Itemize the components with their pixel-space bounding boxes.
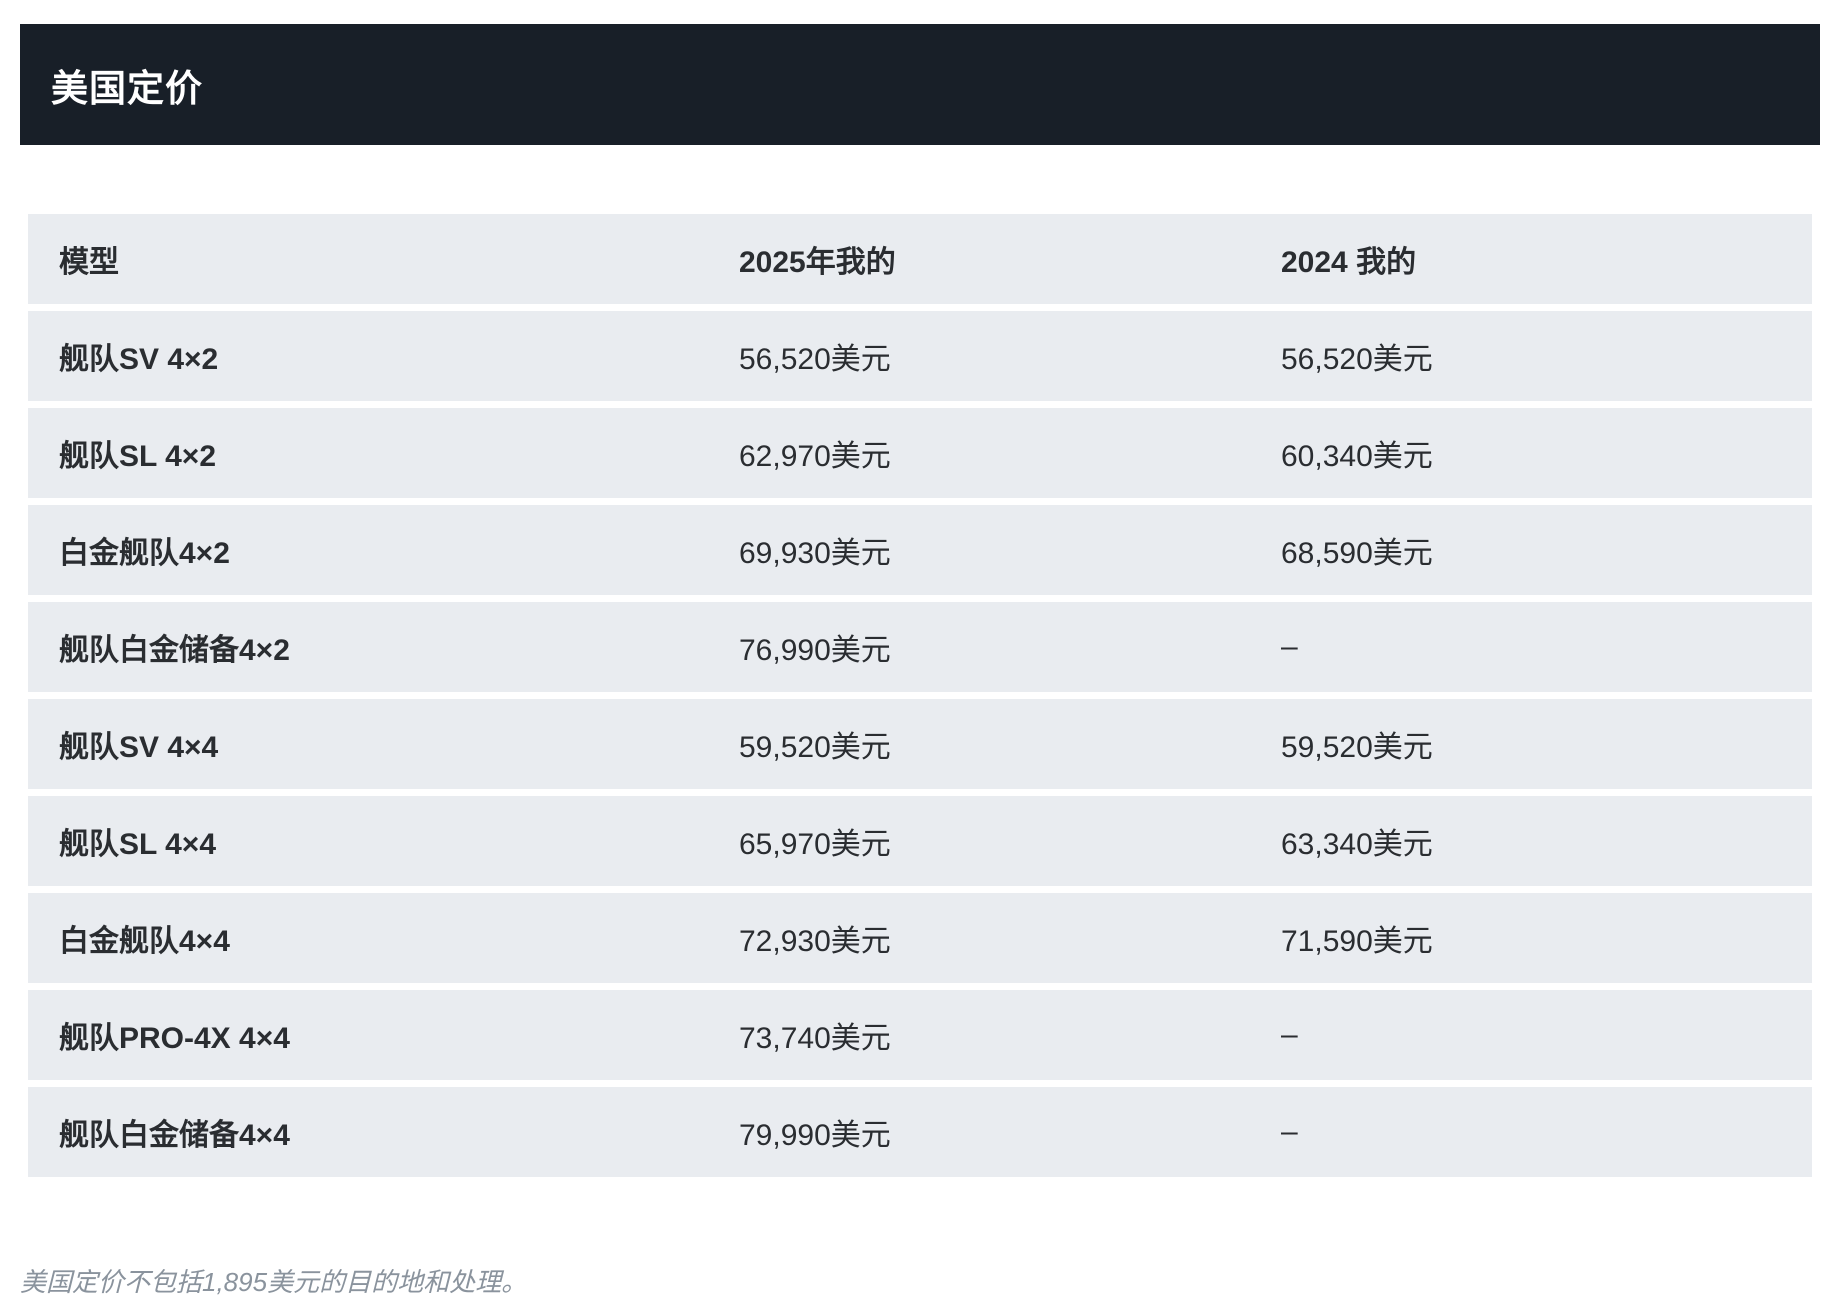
cell-price-2024: – xyxy=(1281,602,1812,692)
cell-price-2024: – xyxy=(1281,990,1812,1080)
cell-model: 舰队SV 4×4 xyxy=(28,699,739,789)
column-header-model: 模型 xyxy=(28,214,739,304)
cell-price-2025: 59,520美元 xyxy=(739,699,1281,789)
title-bar: 美国定价 xyxy=(20,24,1820,145)
table-header-row: 模型 2025年我的 2024 我的 xyxy=(28,214,1812,304)
cell-price-2025: 65,970美元 xyxy=(739,796,1281,886)
cell-model: 舰队SL 4×2 xyxy=(28,408,739,498)
cell-model: 白金舰队4×4 xyxy=(28,893,739,983)
column-header-2025: 2025年我的 xyxy=(739,214,1281,304)
table-row: 舰队白金储备4×4 79,990美元 – xyxy=(28,1087,1812,1177)
cell-price-2024: 60,340美元 xyxy=(1281,408,1812,498)
cell-price-2024: 71,590美元 xyxy=(1281,893,1812,983)
cell-price-2025: 69,930美元 xyxy=(739,505,1281,595)
page-title: 美国定价 xyxy=(51,67,203,109)
cell-model: 白金舰队4×2 xyxy=(28,505,739,595)
cell-price-2025: 76,990美元 xyxy=(739,602,1281,692)
cell-price-2025: 79,990美元 xyxy=(739,1087,1281,1177)
cell-price-2025: 73,740美元 xyxy=(739,990,1281,1080)
cell-price-2024: – xyxy=(1281,1087,1812,1177)
column-header-2024: 2024 我的 xyxy=(1281,214,1812,304)
cell-price-2024: 68,590美元 xyxy=(1281,505,1812,595)
cell-model: 舰队SL 4×4 xyxy=(28,796,739,886)
page: 美国定价 模型 2025年我的 2024 我的 舰队SV 4×2 56,520美… xyxy=(0,0,1836,1296)
cell-price-2025: 56,520美元 xyxy=(739,311,1281,401)
table-row: 舰队SV 4×2 56,520美元 56,520美元 xyxy=(28,311,1812,401)
cell-model: 舰队SV 4×2 xyxy=(28,311,739,401)
pricing-footnote: 美国定价不包括1,895美元的目的地和处理。 xyxy=(20,1267,528,1296)
cell-model: 舰队PRO-4X 4×4 xyxy=(28,990,739,1080)
table-row: 舰队SV 4×4 59,520美元 59,520美元 xyxy=(28,699,1812,789)
cell-model: 舰队白金储备4×2 xyxy=(28,602,739,692)
table-row: 舰队PRO-4X 4×4 73,740美元 – xyxy=(28,990,1812,1080)
cell-price-2024: 63,340美元 xyxy=(1281,796,1812,886)
table-row: 舰队白金储备4×2 76,990美元 – xyxy=(28,602,1812,692)
cell-model: 舰队白金储备4×4 xyxy=(28,1087,739,1177)
cell-price-2025: 62,970美元 xyxy=(739,408,1281,498)
cell-price-2024: 59,520美元 xyxy=(1281,699,1812,789)
table-row: 白金舰队4×4 72,930美元 71,590美元 xyxy=(28,893,1812,983)
cell-price-2024: 56,520美元 xyxy=(1281,311,1812,401)
table-row: 舰队SL 4×2 62,970美元 60,340美元 xyxy=(28,408,1812,498)
table-row: 白金舰队4×2 69,930美元 68,590美元 xyxy=(28,505,1812,595)
pricing-table: 模型 2025年我的 2024 我的 舰队SV 4×2 56,520美元 56,… xyxy=(28,207,1812,1184)
cell-price-2025: 72,930美元 xyxy=(739,893,1281,983)
table-row: 舰队SL 4×4 65,970美元 63,340美元 xyxy=(28,796,1812,886)
